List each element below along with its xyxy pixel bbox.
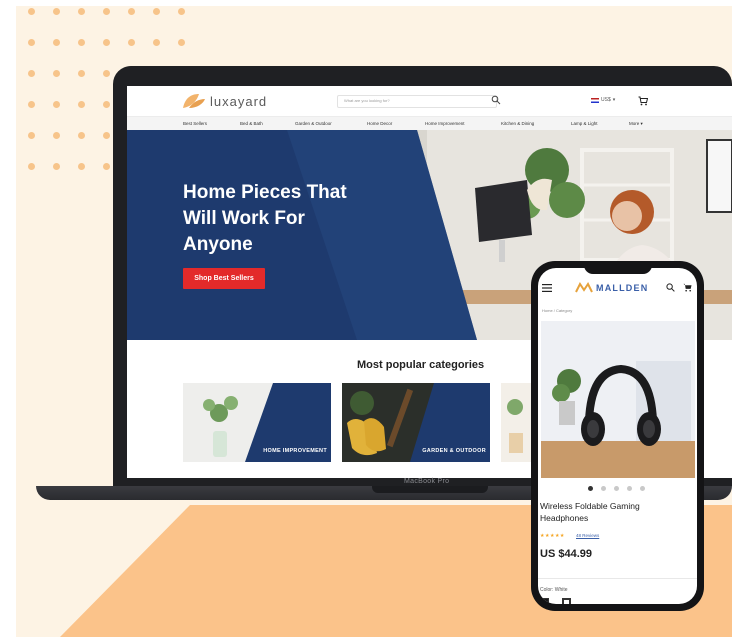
hamburger-menu-icon[interactable] [542, 283, 552, 293]
shop-best-sellers-button[interactable]: Shop Best Sellers [183, 268, 265, 289]
chevron-down-icon: ▾ [612, 97, 616, 103]
currency-label: US$ [601, 97, 611, 103]
divider [538, 578, 697, 579]
decorative-dot [78, 70, 85, 77]
decorative-dot [153, 39, 160, 46]
color-swatch-black[interactable] [540, 598, 549, 604]
decorative-dot [178, 8, 185, 15]
nav-item-more[interactable]: More ▾ [629, 121, 643, 127]
site-header: luxayard What are you looking for? US$ ▾ [127, 86, 732, 116]
nav-item-kitchen-dining[interactable]: Kitchen & Dining [501, 121, 534, 126]
mobile-logo[interactable]: MALLDEN [575, 282, 648, 293]
nav-item-bed-bath[interactable]: Bed & Bath [240, 121, 263, 126]
product-image[interactable] [541, 321, 695, 478]
decorative-dot [103, 163, 110, 170]
carousel-dot[interactable] [640, 486, 645, 491]
decorative-dot [103, 39, 110, 46]
category-card-home-improvement[interactable]: HOME IMPROVEMENT [183, 383, 331, 462]
decorative-dot [103, 70, 110, 77]
cart-icon[interactable] [638, 96, 648, 106]
decorative-dot [153, 8, 160, 15]
decorative-dot [53, 8, 60, 15]
decorative-dot [103, 101, 110, 108]
search-placeholder: What are you looking for? [344, 98, 390, 103]
nav-item-lamp-light[interactable]: Lamp & Light [571, 121, 598, 126]
phone-notch [584, 262, 652, 274]
carousel-dot[interactable] [601, 486, 606, 491]
product-title: Wireless Foldable Gaming Headphones [540, 501, 640, 523]
decorative-dot [78, 132, 85, 139]
decorative-dot [178, 39, 185, 46]
laptop-model-label: MacBook Pro [404, 478, 450, 485]
reviews-link[interactable]: 48 Reviews [576, 533, 599, 538]
category-label: GARDEN & OUTDOOR [422, 448, 486, 454]
leaf-logo-icon [183, 94, 205, 108]
mobile-brand-name: MALLDEN [596, 282, 649, 293]
decorative-dot [128, 39, 135, 46]
carousel-dot[interactable] [588, 486, 593, 491]
nav-item-home-decor[interactable]: Home Decor [367, 121, 392, 126]
headphones-image [541, 321, 695, 478]
nav-more-label: More [629, 121, 640, 126]
color-label: Color: White [540, 587, 568, 593]
decorative-dot [28, 8, 35, 15]
search-icon[interactable] [491, 95, 501, 105]
decorative-dot [28, 39, 35, 46]
brand-name: luxayard [210, 93, 268, 109]
currency-selector[interactable]: US$ ▾ [591, 97, 615, 103]
hero-title: Home Pieces That Will Work For Anyone [183, 182, 347, 255]
mallden-logo-icon [575, 282, 593, 293]
decorative-dot [103, 8, 110, 15]
categories-heading: Most popular categories [357, 359, 485, 371]
mobile-header: MALLDEN [538, 278, 697, 298]
category-card-garden-outdoor[interactable]: GARDEN & OUTDOOR [342, 383, 490, 462]
us-flag-icon [591, 97, 599, 103]
category-nav: Best Sellers Bed & Bath Garden & Outdoor… [127, 116, 732, 130]
search-icon[interactable] [666, 283, 675, 292]
decorative-dot [53, 101, 60, 108]
category-label: HOME IMPROVEMENT [263, 448, 327, 454]
nav-item-garden-outdoor[interactable]: Garden & Outdoor [295, 121, 332, 126]
laptop-hinge [372, 486, 488, 493]
decorative-dot [28, 101, 35, 108]
decorative-dot [53, 39, 60, 46]
decorative-dot [53, 163, 60, 170]
product-price: US $44.99 [540, 548, 592, 560]
decorative-dot [128, 8, 135, 15]
carousel-indicators [588, 486, 648, 492]
phone-screen: MALLDEN Home / Category Wireless Foldabl… [538, 268, 697, 604]
decorative-dot [28, 132, 35, 139]
carousel-dot[interactable] [627, 486, 632, 491]
cart-icon[interactable] [683, 283, 692, 292]
nav-item-best-sellers[interactable]: Best Sellers [183, 121, 207, 126]
color-swatch-white[interactable] [562, 598, 571, 604]
decorative-dot [28, 70, 35, 77]
site-logo[interactable]: luxayard [181, 92, 267, 110]
nav-item-home-improvement[interactable]: Home Improvement [425, 121, 465, 126]
decorative-dot [103, 132, 110, 139]
rating-stars: ★★★★★ [540, 533, 565, 539]
decorative-dot [78, 39, 85, 46]
decorative-dot [28, 163, 35, 170]
decorative-dot [78, 101, 85, 108]
search-input[interactable]: What are you looking for? [337, 95, 497, 108]
breadcrumb[interactable]: Home / Category [542, 308, 572, 313]
carousel-dot[interactable] [614, 486, 619, 491]
decorative-dot [78, 8, 85, 15]
decorative-dot [78, 163, 85, 170]
decorative-dot [53, 70, 60, 77]
decorative-dot [53, 132, 60, 139]
